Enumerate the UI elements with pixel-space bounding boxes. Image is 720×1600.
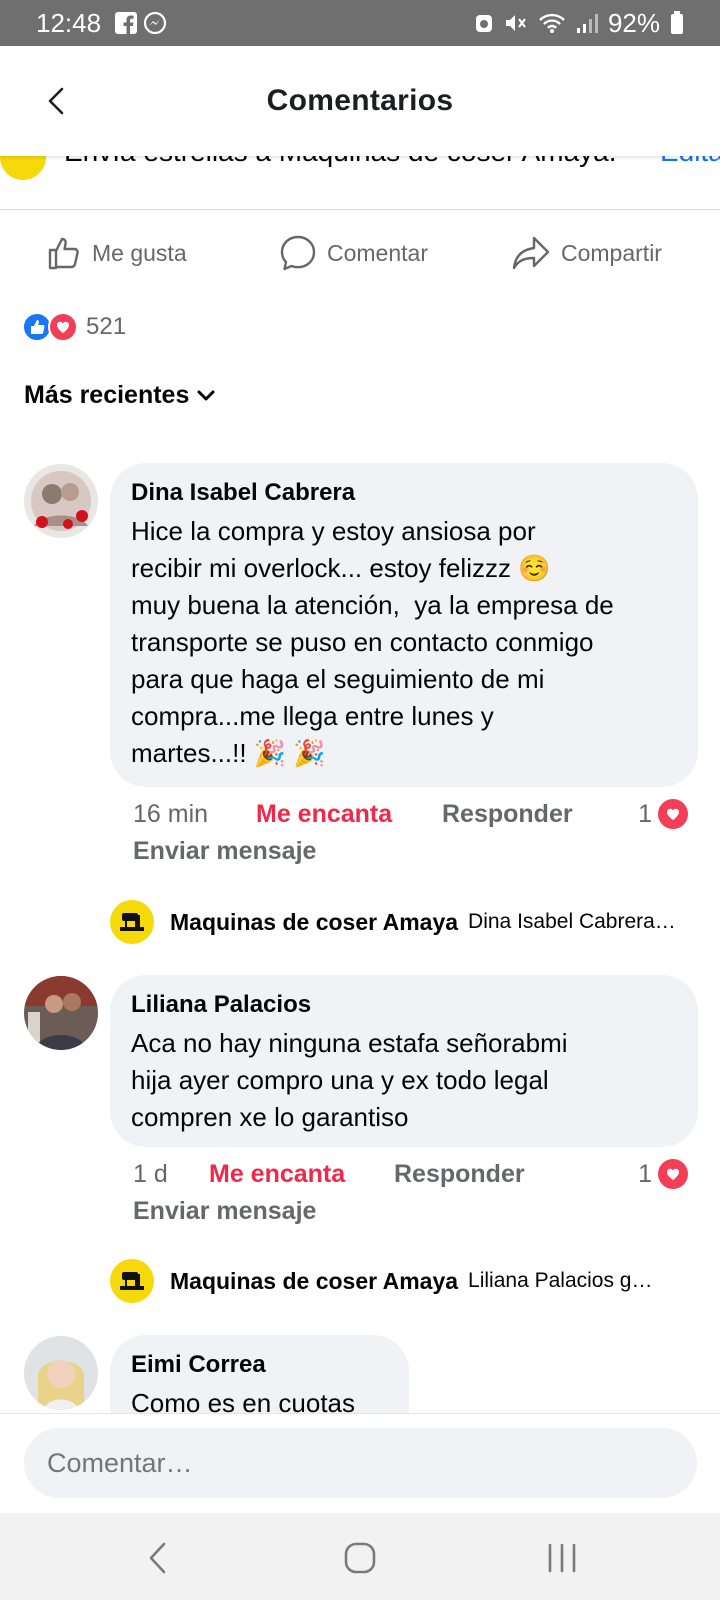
reaction-count: 1 (638, 1159, 652, 1188)
like-label: Me gusta (92, 239, 187, 266)
wifi-icon (538, 12, 566, 34)
reply-button[interactable]: Responder (442, 800, 573, 829)
like-icon (48, 237, 79, 270)
heart-icon (658, 1159, 688, 1189)
comment-reaction-count[interactable]: 1 (638, 1159, 688, 1189)
comment-bubble[interactable]: Liliana Palacios Aca no hay ninguna esta… (110, 975, 698, 1147)
reply-button[interactable]: Responder (394, 1160, 525, 1189)
sort-label: Más recientes (24, 381, 190, 409)
reply-preview[interactable]: Maquinas de coser Amaya Dina Isabel Cabr… (110, 900, 690, 944)
nav-back-icon (149, 1542, 166, 1574)
page-avatar (110, 900, 154, 944)
comment-composer (0, 1413, 720, 1513)
comment-input[interactable] (24, 1428, 697, 1498)
love-reaction-button[interactable]: Me encanta (256, 800, 392, 829)
system-nav-bar (0, 1513, 720, 1600)
reaction-count: 1 (638, 799, 652, 828)
chevron-down-icon (197, 390, 215, 400)
like-button[interactable]: Me gusta (46, 235, 187, 271)
reply-author: Maquinas de coser Amaya (170, 908, 459, 935)
comment-text: Hice la compra y estoy ansiosa por recib… (131, 516, 614, 768)
reply-text: Dina Isabel Cabrera… (468, 910, 676, 933)
status-time: 12:48 (36, 7, 102, 38)
battery-percent: 92% (607, 7, 660, 38)
back-icon (48, 87, 64, 115)
nav-back-button[interactable] (128, 1533, 188, 1583)
nav-home-button[interactable] (330, 1533, 390, 1583)
avatar[interactable] (24, 1336, 98, 1410)
reply-text: Liliana Palacios g… (468, 1269, 653, 1292)
comment-button[interactable]: Comentar (279, 234, 428, 272)
comment-label: Comentar (327, 239, 428, 266)
post-actions: Me gusta Comentar Compartir (0, 218, 720, 288)
send-message-button[interactable]: Enviar mensaje (133, 1197, 316, 1226)
comment-meta: 16 min Me encanta Responder Enviar mensa… (133, 800, 693, 880)
comment-time: 1 d (133, 1160, 168, 1188)
avatar[interactable] (24, 976, 98, 1050)
send-message-button[interactable]: Enviar mensaje (133, 837, 316, 866)
header: Comentarios (0, 46, 720, 156)
page-title: Comentarios (266, 84, 454, 117)
comment-text: Aca no hay ninguna estafa señorabmi hija… (131, 1028, 568, 1132)
comment-meta: 1 d Me encanta Responder Enviar mensaje (133, 1160, 693, 1240)
comment-bubble[interactable]: Dina Isabel Cabrera Hice la compra y est… (110, 463, 698, 787)
comment-reaction-count[interactable]: 1 (638, 799, 688, 829)
reply-preview[interactable]: Maquinas de coser Amaya Liliana Palacios… (110, 1259, 690, 1303)
love-reaction-icon (48, 312, 78, 342)
reactions-summary[interactable]: 521 (22, 312, 126, 342)
reactions-count: 521 (86, 313, 127, 340)
avatar[interactable] (24, 464, 98, 538)
mute-icon (504, 12, 528, 34)
share-label: Compartir (561, 239, 662, 266)
share-button[interactable]: Compartir (511, 235, 662, 271)
signal-icon (576, 12, 598, 34)
messenger-icon (143, 11, 167, 35)
share-icon (512, 236, 550, 270)
love-reaction-button[interactable]: Me encanta (209, 1160, 345, 1189)
back-button[interactable] (36, 81, 76, 121)
comment-author[interactable]: Dina Isabel Cabrera (131, 479, 678, 507)
alarm-icon (474, 12, 494, 34)
status-bar: 12:48 92% (0, 0, 720, 46)
comment-author[interactable]: Eimi Correa (131, 1351, 389, 1379)
page-avatar (110, 1259, 154, 1303)
comment-icon (280, 235, 316, 271)
comment-author[interactable]: Liliana Palacios (131, 991, 678, 1019)
nav-recents-icon (548, 1543, 576, 1573)
heart-icon (658, 799, 688, 829)
facebook-icon (115, 12, 138, 34)
reply-author: Maquinas de coser Amaya (170, 1267, 459, 1294)
nav-home-icon (344, 1542, 376, 1574)
battery-icon (670, 11, 684, 35)
comment-time: 16 min (133, 800, 209, 828)
sort-dropdown[interactable]: Más recientes (24, 381, 215, 410)
nav-recents-button[interactable] (532, 1533, 592, 1583)
